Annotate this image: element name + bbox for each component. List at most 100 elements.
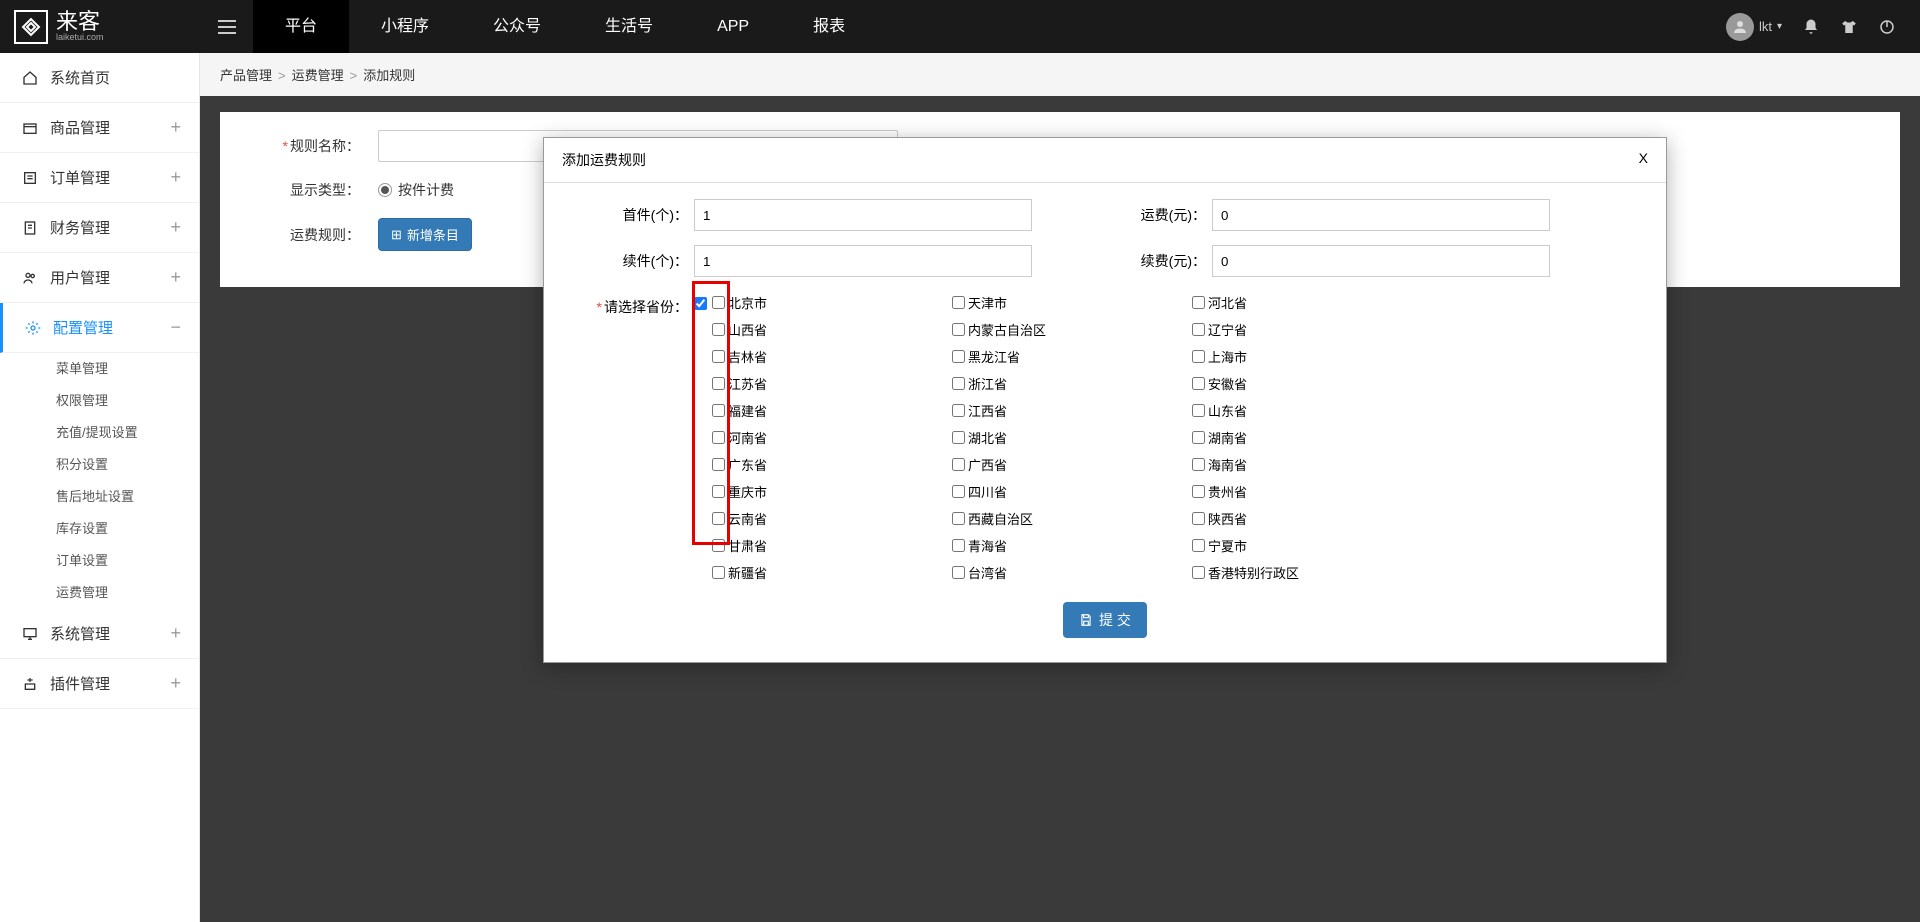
province-option[interactable]: 香港特别行政区 [1192, 561, 1432, 584]
shirt-icon[interactable] [1840, 18, 1858, 36]
submit-button[interactable]: 提 交 [1063, 602, 1147, 638]
add-rule-button[interactable]: ⊞ 新增条目 [378, 218, 472, 251]
province-option[interactable]: 黑龙江省 [952, 345, 1192, 368]
province-option[interactable]: 海南省 [1192, 453, 1432, 476]
province-checkbox[interactable] [712, 431, 725, 444]
province-option[interactable]: 陕西省 [1192, 507, 1432, 530]
brand-logo[interactable]: 来客 laiketui.com [0, 10, 200, 44]
province-option[interactable]: 福建省 [712, 399, 952, 422]
sidebar-sub-item[interactable]: 积分设置 [0, 449, 199, 481]
province-checkbox[interactable] [1192, 350, 1205, 363]
power-icon[interactable] [1878, 18, 1896, 36]
breadcrumb-item[interactable]: 产品管理 [220, 68, 272, 83]
province-checkbox[interactable] [1192, 458, 1205, 471]
province-checkbox[interactable] [712, 485, 725, 498]
province-option[interactable]: 浙江省 [952, 372, 1192, 395]
sidebar-sub-item[interactable]: 订单设置 [0, 545, 199, 577]
sidebar-item[interactable]: 商品管理+ [0, 103, 199, 153]
province-option[interactable]: 台湾省 [952, 561, 1192, 584]
sidebar-item[interactable]: 用户管理+ [0, 253, 199, 303]
top-nav-item[interactable]: 小程序 [349, 0, 461, 53]
province-option[interactable]: 天津市 [952, 291, 1192, 314]
breadcrumb-item[interactable]: 运费管理 [292, 68, 344, 83]
province-checkbox[interactable] [952, 323, 965, 336]
top-nav-item[interactable]: 生活号 [573, 0, 685, 53]
province-checkbox[interactable] [712, 350, 725, 363]
province-option[interactable]: 内蒙古自治区 [952, 318, 1192, 341]
province-checkbox[interactable] [952, 512, 965, 525]
display-type-radio[interactable] [378, 183, 392, 197]
province-checkbox[interactable] [952, 296, 965, 309]
province-checkbox[interactable] [1192, 377, 1205, 390]
province-option[interactable]: 云南省 [712, 507, 952, 530]
province-checkbox[interactable] [712, 512, 725, 525]
modal-close[interactable]: X [1639, 150, 1648, 170]
province-checkbox[interactable] [1192, 485, 1205, 498]
sidebar-sub-item[interactable]: 权限管理 [0, 385, 199, 417]
cont-fee-input[interactable] [1212, 245, 1550, 277]
province-checkbox[interactable] [1192, 323, 1205, 336]
province-option[interactable]: 山西省 [712, 318, 952, 341]
province-option[interactable]: 湖南省 [1192, 426, 1432, 449]
province-checkbox[interactable] [712, 458, 725, 471]
province-option[interactable]: 西藏自治区 [952, 507, 1192, 530]
bell-icon[interactable] [1802, 18, 1820, 36]
province-option[interactable]: 山东省 [1192, 399, 1432, 422]
province-option[interactable]: 贵州省 [1192, 480, 1432, 503]
province-option[interactable]: 青海省 [952, 534, 1192, 557]
sidebar-item[interactable]: 配置管理− [0, 303, 199, 353]
sidebar-item[interactable]: 系统首页 [0, 53, 199, 103]
freight-input[interactable] [1212, 199, 1550, 231]
sidebar-sub-item[interactable]: 菜单管理 [0, 353, 199, 385]
top-nav-item[interactable]: 平台 [253, 0, 349, 53]
province-option[interactable]: 北京市 [712, 291, 952, 314]
province-checkbox[interactable] [952, 458, 965, 471]
province-checkbox[interactable] [1192, 431, 1205, 444]
sidebar-item[interactable]: 插件管理+ [0, 659, 199, 709]
province-checkbox[interactable] [952, 485, 965, 498]
province-option[interactable]: 甘肃省 [712, 534, 952, 557]
province-checkbox[interactable] [952, 350, 965, 363]
sidebar-sub-item[interactable]: 充值/提现设置 [0, 417, 199, 449]
province-checkbox[interactable] [952, 539, 965, 552]
province-option[interactable]: 广西省 [952, 453, 1192, 476]
province-checkbox[interactable] [952, 377, 965, 390]
first-piece-input[interactable] [694, 199, 1032, 231]
user-dropdown[interactable]: lkt ▾ [1726, 13, 1782, 41]
province-option[interactable]: 广东省 [712, 453, 952, 476]
province-option[interactable]: 河北省 [1192, 291, 1432, 314]
menu-toggle[interactable] [200, 0, 253, 53]
sidebar-item[interactable]: 订单管理+ [0, 153, 199, 203]
province-option[interactable]: 上海市 [1192, 345, 1432, 368]
province-checkbox[interactable] [712, 377, 725, 390]
province-checkbox[interactable] [712, 404, 725, 417]
province-checkbox[interactable] [1192, 539, 1205, 552]
province-option[interactable]: 重庆市 [712, 480, 952, 503]
sidebar-sub-item[interactable]: 库存设置 [0, 513, 199, 545]
cont-piece-input[interactable] [694, 245, 1032, 277]
province-option[interactable]: 安徽省 [1192, 372, 1432, 395]
province-option[interactable]: 河南省 [712, 426, 952, 449]
top-nav-item[interactable]: 报表 [781, 0, 877, 53]
sidebar-sub-item[interactable]: 运费管理 [0, 577, 199, 609]
province-option[interactable]: 湖北省 [952, 426, 1192, 449]
province-option[interactable]: 新疆省 [712, 561, 952, 584]
province-checkbox[interactable] [712, 323, 725, 336]
sidebar-item[interactable]: 系统管理+ [0, 609, 199, 659]
province-option[interactable]: 宁夏市 [1192, 534, 1432, 557]
province-checkbox[interactable] [1192, 566, 1205, 579]
top-nav-item[interactable]: APP [685, 0, 781, 53]
province-option[interactable]: 辽宁省 [1192, 318, 1432, 341]
province-checkbox[interactable] [952, 566, 965, 579]
top-nav-item[interactable]: 公众号 [461, 0, 573, 53]
sidebar-sub-item[interactable]: 售后地址设置 [0, 481, 199, 513]
province-checkbox[interactable] [1192, 296, 1205, 309]
province-option[interactable]: 四川省 [952, 480, 1192, 503]
province-checkbox[interactable] [952, 404, 965, 417]
province-option[interactable]: 江西省 [952, 399, 1192, 422]
province-checkbox[interactable] [712, 539, 725, 552]
province-checkbox[interactable] [952, 431, 965, 444]
province-checkbox[interactable] [712, 296, 725, 309]
province-checkbox[interactable] [1192, 512, 1205, 525]
province-option[interactable]: 吉林省 [712, 345, 952, 368]
